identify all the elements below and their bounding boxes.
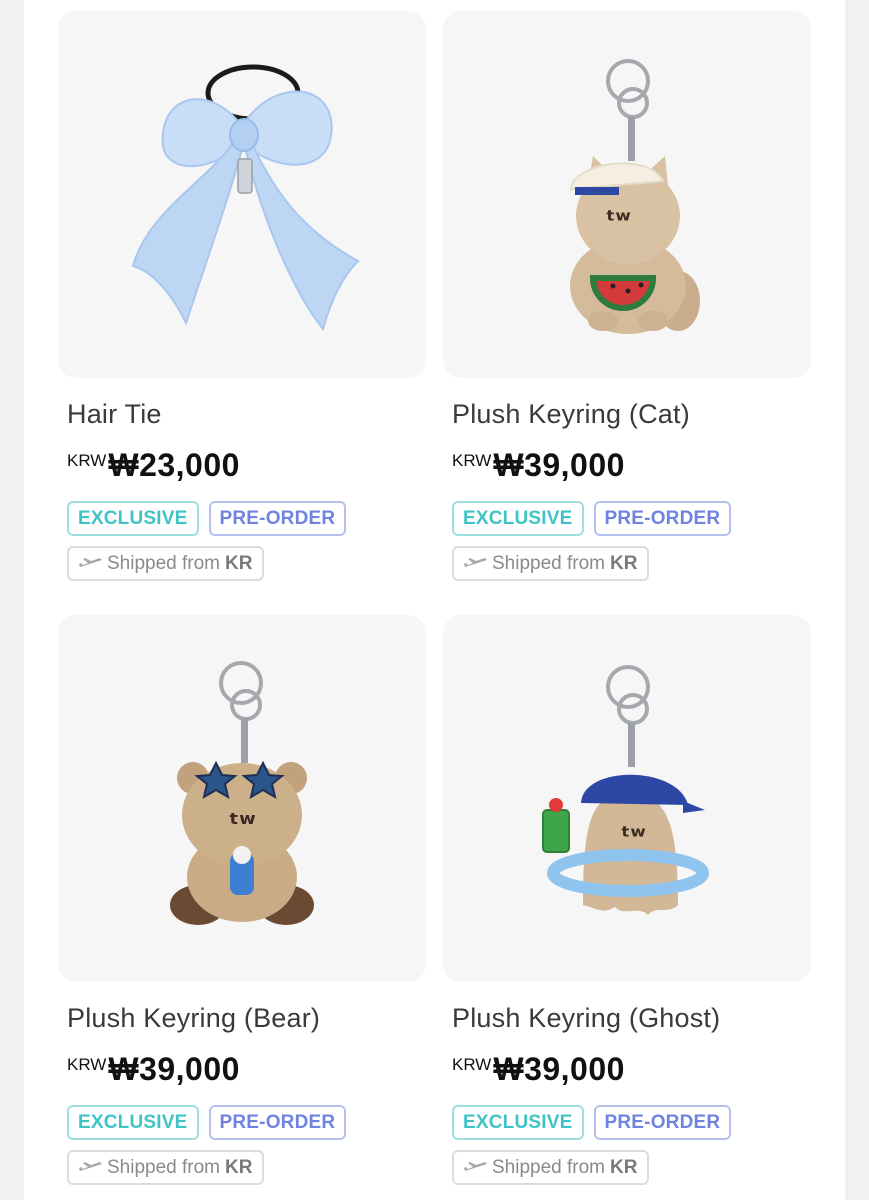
currency-code: KRW [452, 451, 492, 470]
airplane-icon [464, 557, 487, 567]
product-card-hair-tie[interactable]: Hair Tie KRW ₩23,000 EXCLUSIVE PRE-ORDER… [58, 11, 426, 581]
svg-text:ᵗʷ: ᵗʷ [605, 206, 630, 236]
product-image-hair-tie[interactable] [58, 11, 426, 378]
shipping-text: Shipped from [492, 552, 606, 574]
product-price: KRW ₩39,000 [452, 447, 811, 485]
product-name[interactable]: Plush Keyring (Cat) [452, 398, 811, 430]
product-card-plush-bear[interactable]: ᵗʷ Plush Keyring (Bear) KRW ₩39,000 EXCL… [58, 615, 426, 1185]
exclusive-badge: EXCLUSIVE [67, 1105, 199, 1140]
product-name[interactable]: Plush Keyring (Ghost) [452, 1002, 811, 1034]
product-image-plush-bear[interactable]: ᵗʷ [58, 615, 426, 982]
shipping-country: KR [225, 552, 253, 574]
svg-text:ᵗʷ: ᵗʷ [228, 807, 255, 840]
shipping-text: Shipped from [107, 552, 221, 574]
shipping-text: Shipped from [492, 1156, 606, 1178]
price-amount: ₩39,000 [493, 1051, 625, 1087]
exclusive-badge: EXCLUSIVE [67, 501, 199, 536]
price-amount: ₩23,000 [108, 447, 240, 483]
currency-code: KRW [452, 1055, 492, 1074]
svg-text:ᵗʷ: ᵗʷ [620, 822, 645, 852]
product-price: KRW ₩23,000 [67, 447, 426, 485]
exclusive-badge: EXCLUSIVE [452, 501, 584, 536]
product-name[interactable]: Hair Tie [67, 398, 426, 430]
exclusive-badge: EXCLUSIVE [452, 1105, 584, 1140]
product-grid: Hair Tie KRW ₩23,000 EXCLUSIVE PRE-ORDER… [24, 0, 845, 1200]
product-image-plush-cat[interactable]: ᵗʷ [443, 11, 811, 378]
airplane-icon [464, 1161, 487, 1171]
shipping-text: Shipped from [107, 1156, 221, 1178]
product-card-plush-cat[interactable]: ᵗʷ Plush Keyring (Cat) KRW ₩39,000 EXCLU… [443, 11, 811, 581]
airplane-icon [79, 1161, 102, 1171]
price-amount: ₩39,000 [493, 447, 625, 483]
product-card-plush-ghost[interactable]: ᵗʷ Plush Keyring (Ghost) KRW ₩39,000 EXC… [443, 615, 811, 1185]
shipping-badge: Shipped from KR [67, 1150, 265, 1185]
badge-row: EXCLUSIVE PRE-ORDER [67, 501, 426, 536]
product-price: KRW ₩39,000 [67, 1051, 426, 1089]
price-amount: ₩39,000 [108, 1051, 240, 1087]
preorder-badge: PRE-ORDER [593, 1105, 732, 1140]
preorder-badge: PRE-ORDER [593, 501, 732, 536]
shipping-badge: Shipped from KR [452, 546, 650, 581]
currency-code: KRW [67, 1055, 107, 1074]
preorder-badge: PRE-ORDER [208, 501, 347, 536]
shipping-country: KR [610, 552, 638, 574]
currency-code: KRW [67, 451, 107, 470]
product-price: KRW ₩39,000 [452, 1051, 811, 1089]
product-name[interactable]: Plush Keyring (Bear) [67, 1002, 426, 1034]
shipping-badge: Shipped from KR [67, 546, 265, 581]
badge-row: EXCLUSIVE PRE-ORDER [452, 501, 811, 536]
shipping-badge: Shipped from KR [452, 1150, 650, 1185]
preorder-badge: PRE-ORDER [208, 1105, 347, 1140]
shipping-country: KR [225, 1156, 253, 1178]
product-image-plush-ghost[interactable]: ᵗʷ [443, 615, 811, 982]
badge-row: EXCLUSIVE PRE-ORDER [67, 1105, 426, 1140]
shipping-country: KR [610, 1156, 638, 1178]
airplane-icon [79, 557, 102, 567]
badge-row: EXCLUSIVE PRE-ORDER [452, 1105, 811, 1140]
